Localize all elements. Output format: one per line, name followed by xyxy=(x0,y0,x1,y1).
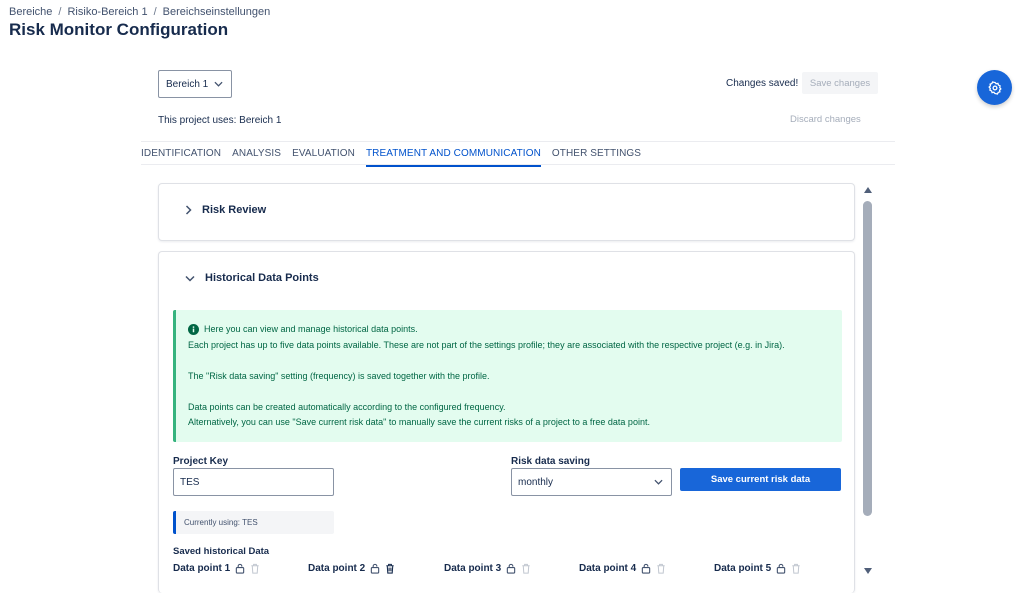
data-point-4: Data point 4 xyxy=(579,563,666,574)
breadcrumb: Bereiche / Risiko-Bereich 1 / Bereichsei… xyxy=(9,6,270,18)
info-text-line: Here you can view and manage historical … xyxy=(204,324,418,334)
save-current-risk-data-button[interactable]: Save current risk data xyxy=(680,468,841,491)
settings-fab-button[interactable] xyxy=(977,70,1012,105)
info-text-line: The "Risk data saving" setting (frequenc… xyxy=(188,370,490,381)
historical-data-header[interactable]: Historical Data Points xyxy=(185,272,319,284)
info-text-line: Each project has up to five data points … xyxy=(188,339,785,350)
divider xyxy=(141,141,895,142)
currently-using-note: Currently using: TES xyxy=(173,511,334,534)
info-icon xyxy=(188,324,199,336)
historical-data-panel: Historical Data Points Here you can view… xyxy=(158,251,855,593)
risk-data-saving-label: Risk data saving xyxy=(511,456,590,467)
breadcrumb-item-bereichseinstellungen[interactable]: Bereichseinstellungen xyxy=(163,6,271,18)
discard-changes-button[interactable]: Discard changes xyxy=(790,114,861,125)
risk-review-panel: Risk Review xyxy=(158,183,855,241)
scroll-up-arrow-icon[interactable] xyxy=(864,187,872,193)
data-point-label: Data point 4 xyxy=(579,563,637,574)
trash-icon xyxy=(656,563,666,574)
gear-icon xyxy=(987,80,1002,95)
area-select[interactable]: Bereich 1 xyxy=(158,70,232,98)
data-points-row: Data point 1 Data point 2 Data point 3 D… xyxy=(173,563,813,579)
data-point-label: Data point 2 xyxy=(308,563,366,574)
lock-icon[interactable] xyxy=(506,563,516,574)
chevron-down-icon xyxy=(185,275,195,282)
project-key-input[interactable]: TES xyxy=(173,468,334,496)
data-point-label: Data point 3 xyxy=(444,563,502,574)
data-point-3: Data point 3 xyxy=(444,563,531,574)
page-title: Risk Monitor Configuration xyxy=(9,20,229,39)
chevron-right-icon xyxy=(185,205,192,215)
risk-review-title: Risk Review xyxy=(202,204,267,216)
divider xyxy=(141,164,895,165)
info-text-line: Alternatively, you can use "Save current… xyxy=(188,417,650,427)
chevron-down-icon xyxy=(654,479,663,485)
breadcrumb-separator: / xyxy=(58,6,62,18)
save-changes-button[interactable]: Save changes xyxy=(802,72,878,94)
trash-icon xyxy=(250,563,260,574)
content-scrollbar[interactable] xyxy=(862,187,874,577)
trash-icon[interactable] xyxy=(385,563,395,574)
data-point-2: Data point 2 xyxy=(308,563,395,574)
data-point-label: Data point 5 xyxy=(714,563,772,574)
trash-icon xyxy=(791,563,801,574)
project-uses-text: This project uses: Bereich 1 xyxy=(158,115,282,126)
scroll-down-arrow-icon[interactable] xyxy=(864,568,872,574)
breadcrumb-separator: / xyxy=(153,6,157,18)
changes-saved-status: Changes saved! xyxy=(726,78,799,89)
data-point-1: Data point 1 xyxy=(173,563,260,574)
data-point-5: Data point 5 xyxy=(714,563,801,574)
scroll-thumb[interactable] xyxy=(863,201,872,516)
lock-icon[interactable] xyxy=(776,563,786,574)
chevron-down-icon xyxy=(214,81,223,87)
risk-data-saving-value: monthly xyxy=(518,476,554,488)
lock-icon[interactable] xyxy=(641,563,651,574)
risk-review-header[interactable]: Risk Review xyxy=(185,204,266,216)
risk-data-saving-select[interactable]: monthly xyxy=(511,468,672,496)
breadcrumb-item-risiko-bereich[interactable]: Risiko-Bereich 1 xyxy=(67,6,147,18)
lock-icon[interactable] xyxy=(370,563,380,574)
info-text-line: Data points can be created automatically… xyxy=(188,401,506,412)
historical-data-title: Historical Data Points xyxy=(205,272,319,284)
data-point-label: Data point 1 xyxy=(173,563,231,574)
trash-icon xyxy=(521,563,531,574)
area-select-value: Bereich 1 xyxy=(166,78,209,90)
project-key-label: Project Key xyxy=(173,456,229,467)
lock-icon[interactable] xyxy=(235,563,245,574)
breadcrumb-item-bereiche[interactable]: Bereiche xyxy=(9,6,52,18)
info-message: Here you can view and manage historical … xyxy=(173,310,842,442)
saved-historical-data-title: Saved historical Data xyxy=(173,546,270,557)
